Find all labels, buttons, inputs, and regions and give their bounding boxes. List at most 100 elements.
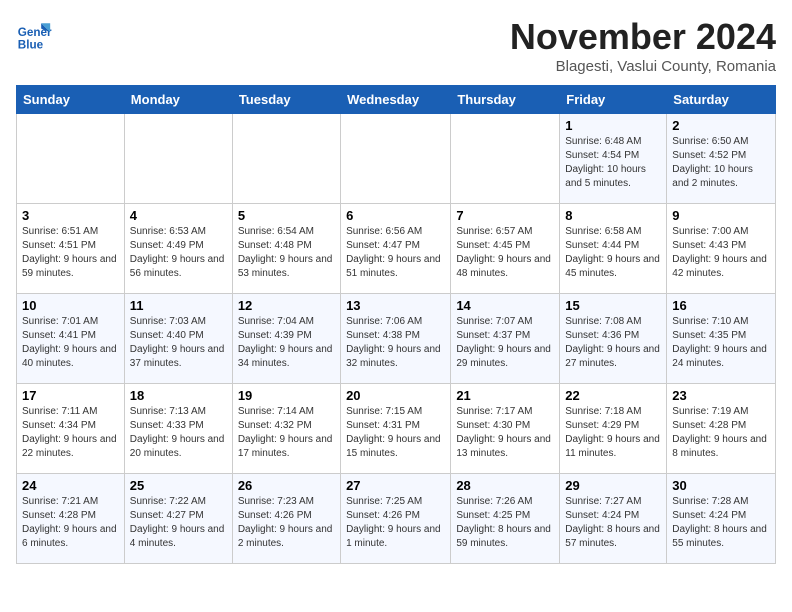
day-number: 3 xyxy=(22,208,119,223)
day-number: 4 xyxy=(130,208,227,223)
calendar-day-cell: 29 Sunrise: 7:27 AMSunset: 4:24 PMDayligh… xyxy=(560,474,667,564)
day-number: 1 xyxy=(565,118,661,133)
calendar-table: SundayMondayTuesdayWednesdayThursdayFrid… xyxy=(16,85,776,564)
day-detail: Sunrise: 7:25 AMSunset: 4:26 PMDaylight:… xyxy=(346,495,445,551)
day-detail: Sunrise: 7:19 AMSunset: 4:28 PMDaylight:… xyxy=(672,405,770,461)
day-detail: Sunrise: 7:13 AMSunset: 4:33 PMDaylight:… xyxy=(130,405,227,461)
calendar-day-cell: 2Sunrise: 6:50 AMSunset: 4:52 PMDaylight… xyxy=(667,114,776,204)
day-detail: Sunrise: 7:22 AMSunset: 4:27 PMDaylight:… xyxy=(130,495,227,551)
day-detail: Sunrise: 6:57 AMSunset: 4:45 PMDaylight:… xyxy=(456,225,554,281)
day-number: 20 xyxy=(346,388,445,403)
calendar-day-cell xyxy=(451,114,560,204)
svg-text:Blue: Blue xyxy=(18,38,44,51)
day-detail: Sunrise: 7:14 AMSunset: 4:32 PMDaylight:… xyxy=(238,405,335,461)
day-number: 16 xyxy=(672,298,770,313)
calendar-day-cell xyxy=(124,114,232,204)
calendar-day-cell: 21Sunrise: 7:17 AMSunset: 4:30 PMDayligh… xyxy=(451,384,560,474)
calendar-day-cell: 30 Sunrise: 7:28 AMSunset: 4:24 PMDayligh… xyxy=(667,474,776,564)
calendar-day-cell: 14Sunrise: 7:07 AMSunset: 4:37 PMDayligh… xyxy=(451,294,560,384)
day-detail: Sunrise: 7:17 AMSunset: 4:30 PMDaylight:… xyxy=(456,405,554,461)
weekday-header: Friday xyxy=(560,86,667,114)
day-detail: Sunrise: 7:08 AMSunset: 4:36 PMDaylight:… xyxy=(565,315,661,371)
calendar-day-cell: 15Sunrise: 7:08 AMSunset: 4:36 PMDayligh… xyxy=(560,294,667,384)
day-number: 11 xyxy=(130,298,227,313)
day-detail: Sunrise: 7:06 AMSunset: 4:38 PMDaylight:… xyxy=(346,315,445,371)
calendar-week-row: 17 Sunrise: 7:11 AMSunset: 4:34 PMDayligh… xyxy=(17,384,776,474)
calendar-day-cell: 5Sunrise: 6:54 AMSunset: 4:48 PMDaylight… xyxy=(232,204,340,294)
day-detail: Sunrise: 7:07 AMSunset: 4:37 PMDaylight:… xyxy=(456,315,554,371)
calendar-day-cell: 19 Sunrise: 7:14 AMSunset: 4:32 PMDayligh… xyxy=(232,384,340,474)
calendar-day-cell: 10 Sunrise: 7:01 AMSunset: 4:41 PMDayligh… xyxy=(17,294,125,384)
day-number: 24 xyxy=(22,478,119,493)
calendar-day-cell: 22Sunrise: 7:18 AMSunset: 4:29 PMDayligh… xyxy=(560,384,667,474)
day-number: 29 xyxy=(565,478,661,493)
day-number: 6 xyxy=(346,208,445,223)
day-detail: Sunrise: 7:23 AMSunset: 4:26 PMDaylight:… xyxy=(238,495,335,551)
calendar-day-cell: 7 Sunrise: 6:57 AMSunset: 4:45 PMDaylight… xyxy=(451,204,560,294)
calendar-day-cell xyxy=(17,114,125,204)
title-block: November 2024 Blagesti, Vaslui County, R… xyxy=(510,16,776,75)
calendar-day-cell: 24Sunrise: 7:21 AMSunset: 4:28 PMDayligh… xyxy=(17,474,125,564)
calendar-day-cell: 3Sunrise: 6:51 AMSunset: 4:51 PMDaylight… xyxy=(17,204,125,294)
header-row: SundayMondayTuesdayWednesdayThursdayFrid… xyxy=(17,86,776,114)
day-detail: Sunrise: 7:27 AMSunset: 4:24 PMDaylight:… xyxy=(565,495,661,551)
calendar-day-cell: 27 Sunrise: 7:25 AMSunset: 4:26 PMDayligh… xyxy=(341,474,451,564)
weekday-header: Wednesday xyxy=(341,86,451,114)
day-number: 8 xyxy=(565,208,661,223)
weekday-header: Sunday xyxy=(17,86,125,114)
calendar-day-cell: 16 Sunrise: 7:10 AMSunset: 4:35 PMDayligh… xyxy=(667,294,776,384)
weekday-header: Saturday xyxy=(667,86,776,114)
day-number: 5 xyxy=(238,208,335,223)
day-number: 18 xyxy=(130,388,227,403)
calendar-day-cell: 28Sunrise: 7:26 AMSunset: 4:25 PMDayligh… xyxy=(451,474,560,564)
day-detail: Sunrise: 7:18 AMSunset: 4:29 PMDaylight:… xyxy=(565,405,661,461)
calendar-day-cell: 8 Sunrise: 6:58 AMSunset: 4:44 PMDaylight… xyxy=(560,204,667,294)
day-detail: Sunrise: 7:00 AMSunset: 4:43 PMDaylight:… xyxy=(672,225,770,281)
calendar-week-row: 24Sunrise: 7:21 AMSunset: 4:28 PMDayligh… xyxy=(17,474,776,564)
day-detail: Sunrise: 6:48 AMSunset: 4:54 PMDaylight:… xyxy=(565,135,661,191)
day-detail: Sunrise: 6:53 AMSunset: 4:49 PMDaylight:… xyxy=(130,225,227,281)
calendar-day-cell: 4 Sunrise: 6:53 AMSunset: 4:49 PMDaylight… xyxy=(124,204,232,294)
calendar-week-row: 10 Sunrise: 7:01 AMSunset: 4:41 PMDayligh… xyxy=(17,294,776,384)
weekday-header: Thursday xyxy=(451,86,560,114)
day-number: 13 xyxy=(346,298,445,313)
calendar-day-cell: 23Sunrise: 7:19 AMSunset: 4:28 PMDayligh… xyxy=(667,384,776,474)
day-number: 28 xyxy=(456,478,554,493)
weekday-header: Tuesday xyxy=(232,86,340,114)
day-detail: Sunrise: 7:01 AMSunset: 4:41 PMDaylight:… xyxy=(22,315,119,371)
calendar-day-cell: 17 Sunrise: 7:11 AMSunset: 4:34 PMDayligh… xyxy=(17,384,125,474)
calendar-day-cell xyxy=(232,114,340,204)
weekday-header: Monday xyxy=(124,86,232,114)
day-number: 30 xyxy=(672,478,770,493)
day-detail: Sunrise: 7:11 AMSunset: 4:34 PMDaylight:… xyxy=(22,405,119,461)
calendar-week-row: 3Sunrise: 6:51 AMSunset: 4:51 PMDaylight… xyxy=(17,204,776,294)
day-number: 9 xyxy=(672,208,770,223)
logo-icon: General Blue xyxy=(16,16,52,52)
day-number: 26 xyxy=(238,478,335,493)
calendar-body: 1 Sunrise: 6:48 AMSunset: 4:54 PMDaylight… xyxy=(17,114,776,564)
day-number: 12 xyxy=(238,298,335,313)
calendar-day-cell: 25 Sunrise: 7:22 AMSunset: 4:27 PMDayligh… xyxy=(124,474,232,564)
calendar-week-row: 1 Sunrise: 6:48 AMSunset: 4:54 PMDaylight… xyxy=(17,114,776,204)
day-detail: Sunrise: 7:28 AMSunset: 4:24 PMDaylight:… xyxy=(672,495,770,551)
calendar-day-cell: 1 Sunrise: 6:48 AMSunset: 4:54 PMDaylight… xyxy=(560,114,667,204)
day-detail: Sunrise: 7:10 AMSunset: 4:35 PMDaylight:… xyxy=(672,315,770,371)
day-number: 17 xyxy=(22,388,119,403)
day-number: 25 xyxy=(130,478,227,493)
day-number: 10 xyxy=(22,298,119,313)
day-detail: Sunrise: 7:15 AMSunset: 4:31 PMDaylight:… xyxy=(346,405,445,461)
calendar-header: SundayMondayTuesdayWednesdayThursdayFrid… xyxy=(17,86,776,114)
month-title: November 2024 xyxy=(510,16,776,58)
day-detail: Sunrise: 6:58 AMSunset: 4:44 PMDaylight:… xyxy=(565,225,661,281)
logo: General Blue xyxy=(16,16,52,52)
day-number: 19 xyxy=(238,388,335,403)
day-detail: Sunrise: 6:50 AMSunset: 4:52 PMDaylight:… xyxy=(672,135,770,191)
calendar-day-cell: 6 Sunrise: 6:56 AMSunset: 4:47 PMDaylight… xyxy=(341,204,451,294)
day-detail: Sunrise: 6:56 AMSunset: 4:47 PMDaylight:… xyxy=(346,225,445,281)
page-header: General Blue November 2024 Blagesti, Vas… xyxy=(16,16,776,75)
day-number: 7 xyxy=(456,208,554,223)
calendar-day-cell: 26 Sunrise: 7:23 AMSunset: 4:26 PMDayligh… xyxy=(232,474,340,564)
calendar-day-cell: 11Sunrise: 7:03 AMSunset: 4:40 PMDayligh… xyxy=(124,294,232,384)
day-number: 27 xyxy=(346,478,445,493)
calendar-day-cell: 18 Sunrise: 7:13 AMSunset: 4:33 PMDayligh… xyxy=(124,384,232,474)
